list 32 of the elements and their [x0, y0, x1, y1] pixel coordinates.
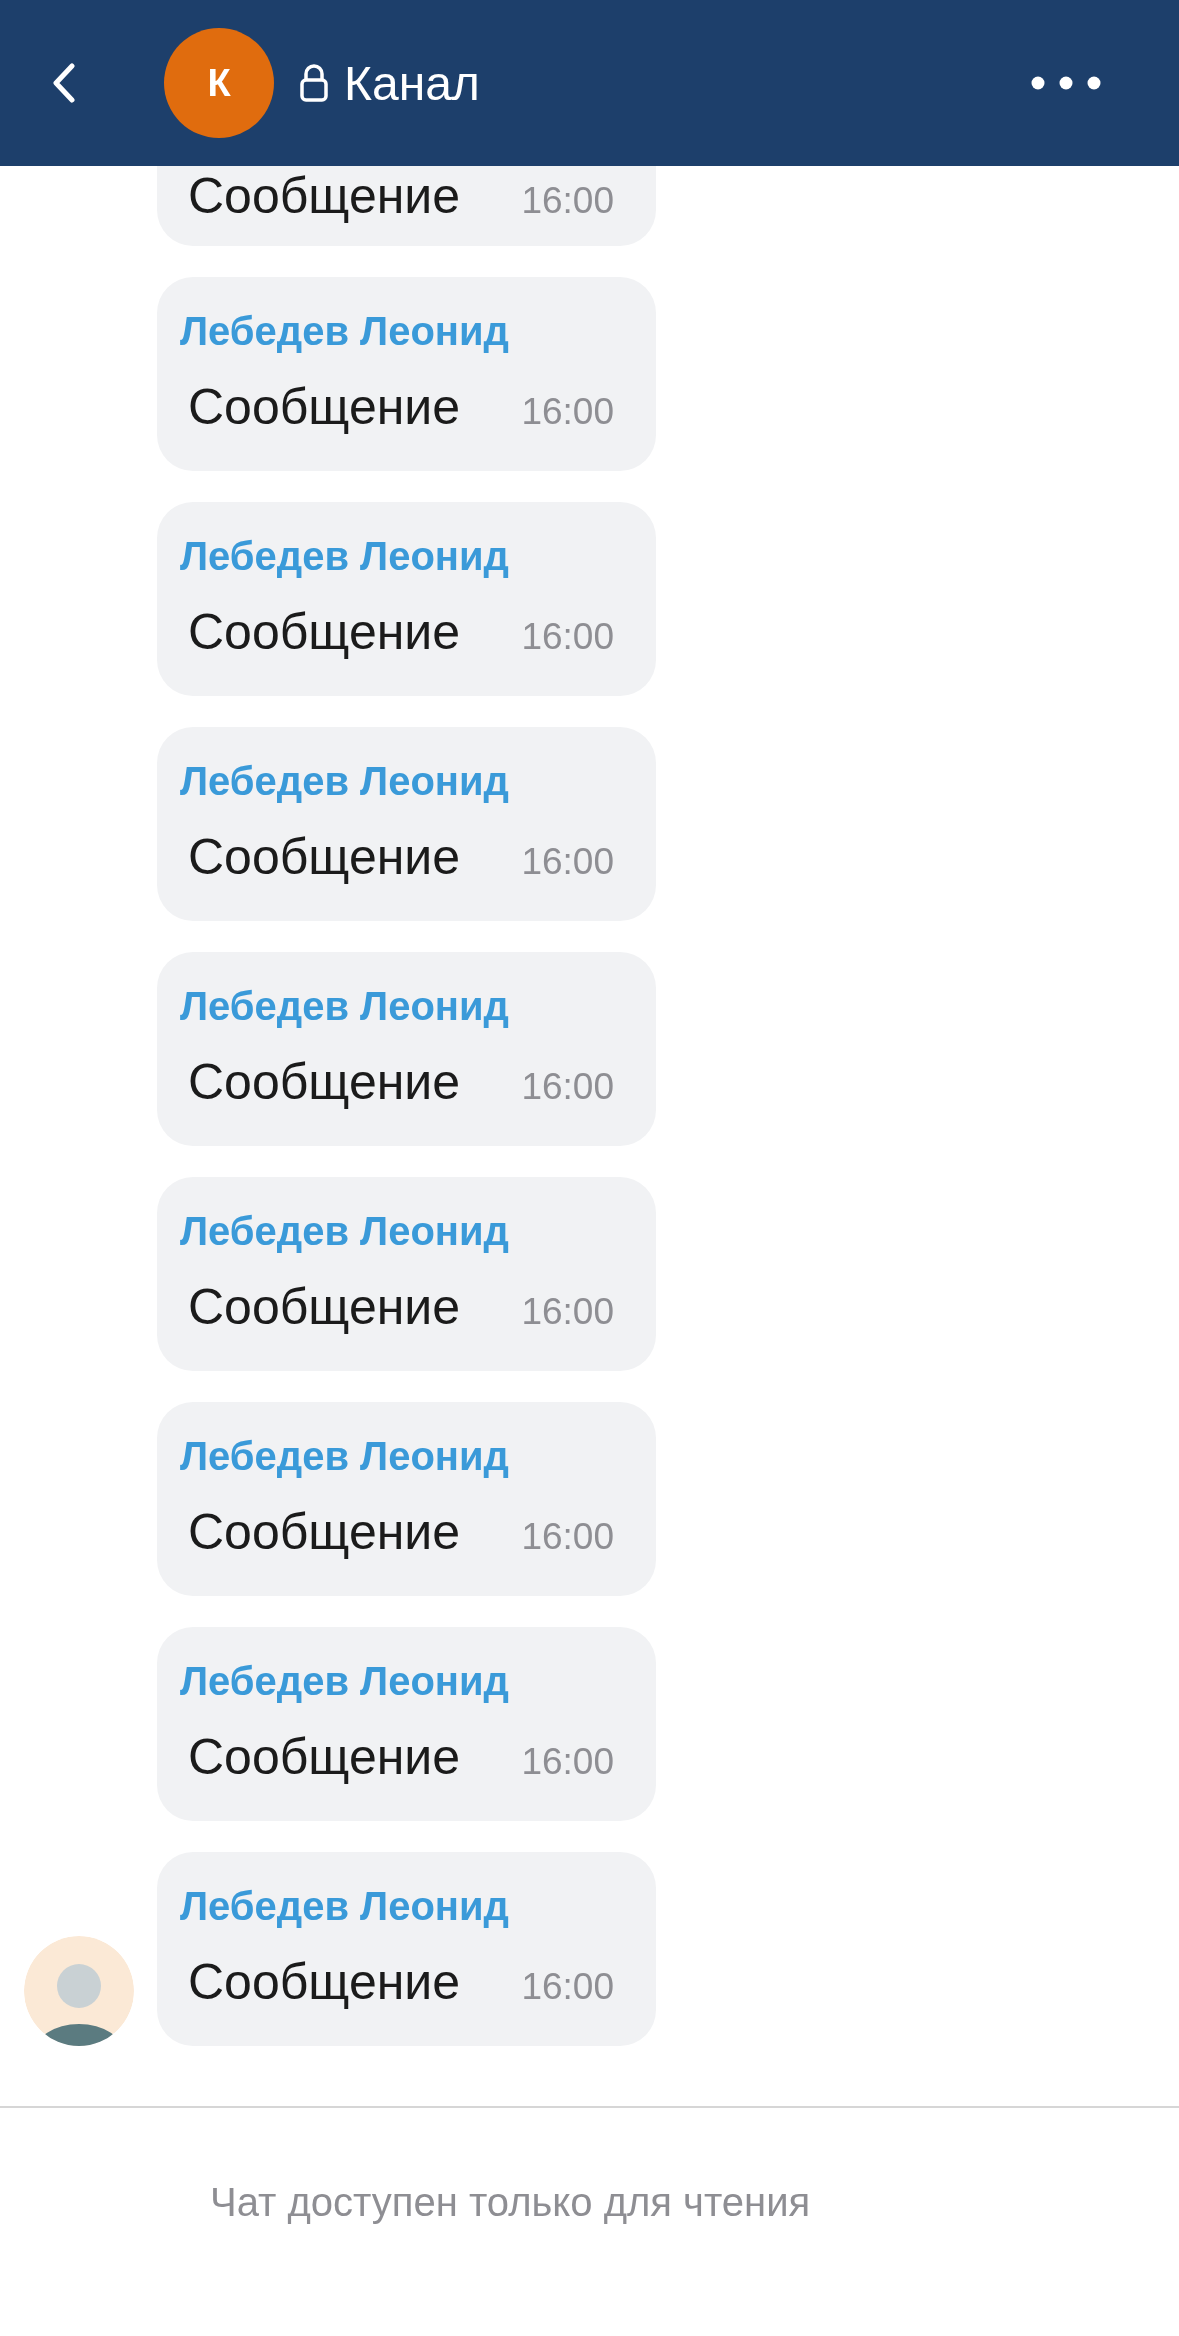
- message-time: 16:00: [521, 840, 614, 884]
- channel-avatar: К: [164, 28, 274, 138]
- lock-icon: [300, 64, 328, 102]
- sender-name: Лебедев Леонид: [180, 1433, 510, 1480]
- message-text: Сообщение: [188, 1278, 461, 1337]
- channel-title: Канал: [344, 55, 481, 111]
- message-time: 16:00: [521, 1065, 614, 1109]
- message-time: 16:00: [521, 1515, 614, 1559]
- message-text: Сообщение: [188, 1953, 461, 2012]
- message-time: 16:00: [521, 390, 614, 434]
- more-icon[interactable]: [1031, 76, 1101, 90]
- message-time: 16:00: [521, 1965, 614, 2009]
- message-time: 16:00: [521, 179, 614, 223]
- message-text: Сообщение: [188, 1053, 461, 1112]
- message-time: 16:00: [521, 1290, 614, 1334]
- sender-name: Лебедев Леонид: [180, 983, 510, 1030]
- sender-name: Лебедев Леонид: [180, 1658, 510, 1705]
- sender-name: Лебедев Леонид: [180, 758, 510, 805]
- sender-name: Лебедев Леонид: [180, 1883, 510, 1930]
- back-icon[interactable]: [52, 63, 76, 103]
- message-text: Сообщение: [188, 603, 461, 662]
- message-text: Сообщение: [188, 1503, 461, 1562]
- sender-name: Лебедев Леонид: [180, 308, 510, 355]
- read-only-notice: Чат доступен только для чтения: [210, 2179, 811, 2225]
- message-text: Сообщение: [188, 378, 461, 437]
- message-text: Сообщение: [188, 828, 461, 887]
- message-text: Сообщение: [188, 1728, 461, 1787]
- message-time: 16:00: [521, 615, 614, 659]
- sender-name: Лебедев Леонид: [180, 533, 510, 580]
- message-text: Сообщение: [188, 167, 461, 226]
- message-time: 16:00: [521, 1740, 614, 1784]
- sender-name: Лебедев Леонид: [180, 1208, 510, 1255]
